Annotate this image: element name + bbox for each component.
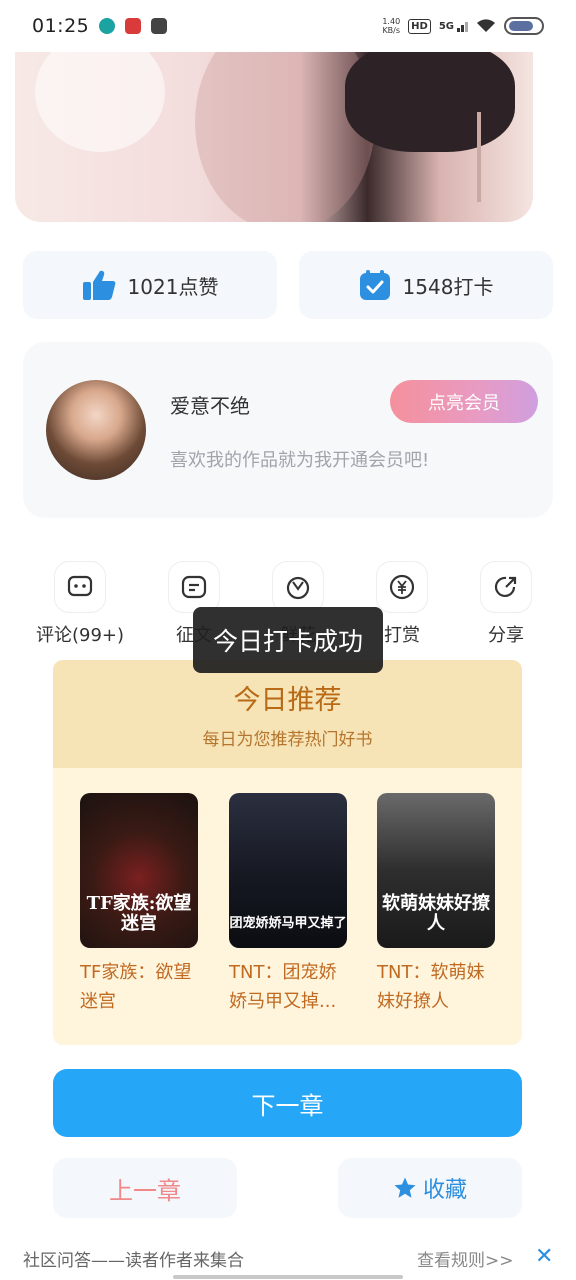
action-icon-box — [481, 562, 531, 612]
book-cover-text: 软萌妹妹好撩人 — [382, 893, 490, 934]
rules-link[interactable]: 查看规则>> — [417, 1246, 514, 1271]
action-icon-box — [55, 562, 105, 612]
book-cover: 软萌妹妹好撩人 — [377, 793, 495, 948]
recommend-subtitle: 每日为您推荐热门好书 — [202, 730, 373, 750]
calendar-check-icon — [359, 270, 390, 300]
action-icon-box — [273, 562, 323, 612]
star-icon — [394, 1177, 416, 1198]
network-type: 5G — [438, 20, 454, 32]
book-cover-image — [15, 52, 533, 222]
net-speed: 1.40 KB/s — [382, 17, 400, 35]
flower-icon — [286, 576, 310, 600]
comment-action[interactable]: 评论(99+) — [30, 562, 130, 647]
app-notification-icon — [99, 18, 116, 34]
author-card: 爱意不绝 点亮会员 喜欢我的作品就为我开通会员吧! — [23, 342, 553, 518]
status-right: 1.40 KB/s HD 5G — [382, 17, 544, 35]
home-indicator[interactable] — [173, 1275, 403, 1279]
favorite-button[interactable]: 收藏 — [338, 1158, 522, 1218]
close-icon[interactable]: ✕ — [535, 1244, 553, 1269]
recommend-header: 今日推荐 每日为您推荐热门好书 — [53, 660, 522, 768]
book-cover-text: 团宠娇娇马甲又掉了 — [229, 916, 347, 931]
checkin-count: 1548打卡 — [402, 274, 494, 299]
book-title: TF家族：欲望迷宫 — [80, 962, 192, 1012]
battery-icon — [504, 17, 544, 35]
book-cover: 团宠娇娇马甲又掉了 — [229, 793, 347, 948]
book-item[interactable]: TF家族:欲望迷宫 TF家族：欲望迷宫 — [80, 793, 198, 1016]
author-tagline: 喜欢我的作品就为我开通会员吧! — [170, 450, 430, 471]
vip-button[interactable]: 点亮会员 — [390, 380, 538, 423]
recommend-card: 今日推荐 每日为您推荐热门好书 TF家族:欲望迷宫 TF家族：欲望迷宫 团宠娇娇… — [53, 660, 522, 1045]
action-icon-box — [169, 562, 219, 612]
like-count: 1021点赞 — [127, 274, 219, 299]
status-left: 01:25 — [32, 15, 168, 37]
prev-chapter-button[interactable]: 上一章 — [53, 1158, 237, 1218]
essay-icon — [181, 575, 207, 599]
book-cover-text: TF家族:欲望迷宫 — [86, 893, 192, 934]
book-title: TNT：软萌妹妹好撩人 — [377, 962, 485, 1012]
status-bar: 01:25 1.40 KB/s HD 5G — [0, 0, 576, 52]
next-chapter-button[interactable]: 下一章 — [53, 1069, 522, 1137]
author-avatar[interactable] — [46, 380, 146, 480]
signal-icon: 5G — [439, 21, 468, 32]
status-time: 01:25 — [32, 15, 90, 37]
share-icon — [494, 576, 517, 598]
book-title: TNT：团宠娇娇马甲又掉... — [229, 962, 337, 1012]
author-name[interactable]: 爱意不绝 — [170, 390, 250, 419]
action-icon-box — [377, 562, 427, 612]
community-link[interactable]: 社区问答——读者作者来集合 — [23, 1246, 244, 1271]
thumbs-up-icon — [82, 270, 115, 300]
community-bar: 社区问答——读者作者来集合 查看规则>> ✕ — [0, 1238, 576, 1280]
share-action[interactable]: 分享 — [456, 562, 556, 647]
action-label: 打赏 — [384, 625, 420, 646]
book-cover: TF家族:欲望迷宫 — [80, 793, 198, 948]
favorite-label: 收藏 — [422, 1178, 467, 1203]
app-notification-icon — [151, 18, 168, 34]
action-label: 分享 — [488, 625, 524, 646]
book-item[interactable]: 软萌妹妹好撩人 TNT：软萌妹妹好撩人 — [377, 793, 495, 1016]
action-label: 评论(99+) — [35, 625, 125, 646]
net-speed-unit: KB/s — [382, 26, 401, 35]
wifi-icon — [477, 19, 495, 32]
hd-badge: HD — [408, 18, 431, 34]
checkin-toast: 今日打卡成功 — [193, 607, 383, 673]
comment-icon — [67, 575, 93, 597]
app-notification-icon — [125, 18, 142, 34]
net-speed-value: 1.40 — [382, 17, 401, 26]
reward-icon — [389, 574, 415, 600]
checkin-button[interactable]: 1548打卡 — [299, 251, 553, 319]
like-button[interactable]: 1021点赞 — [23, 251, 277, 319]
book-item[interactable]: 团宠娇娇马甲又掉了 TNT：团宠娇娇马甲又掉... — [229, 793, 347, 1016]
